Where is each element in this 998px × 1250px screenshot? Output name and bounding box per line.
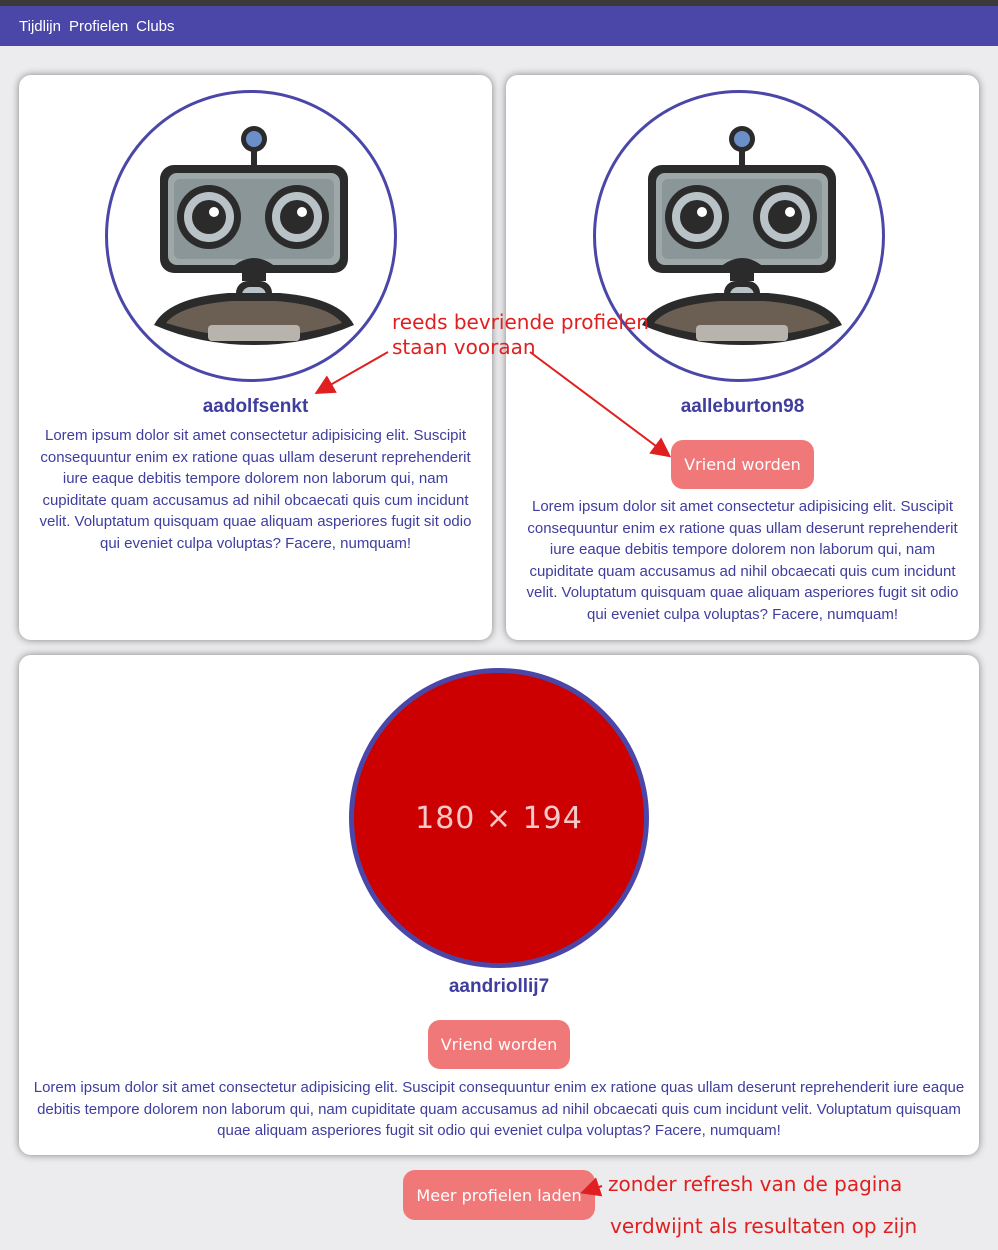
- profile-avatar: [593, 90, 885, 382]
- profile-bio: Lorem ipsum dolor sit amet consectetur a…: [33, 1079, 965, 1139]
- profile-avatar-placeholder: 180 × 194: [349, 668, 649, 968]
- profile-username[interactable]: aadolfsenkt: [19, 396, 492, 418]
- profile-username[interactable]: aandriollij7: [19, 976, 979, 998]
- profile-bio: Lorem ipsum dolor sit amet consectetur a…: [526, 498, 959, 623]
- robot-icon: [642, 126, 842, 345]
- nav-link-clubs[interactable]: Clubs: [136, 18, 174, 35]
- navbar: Tijdlijn Profielen Clubs: [0, 6, 998, 46]
- add-friend-button[interactable]: Vriend worden: [671, 440, 814, 489]
- nav-link-profielen[interactable]: Profielen: [69, 18, 128, 35]
- profile-username[interactable]: aalleburton98: [506, 396, 979, 418]
- annotation-text: verdwijnt als resultaten op zijn: [610, 1214, 918, 1238]
- load-more-button[interactable]: Meer profielen laden: [403, 1170, 595, 1220]
- placeholder-dimensions: 180 × 194: [415, 800, 583, 836]
- nav-link-tijdlijn[interactable]: Tijdlijn: [19, 18, 61, 35]
- add-friend-button[interactable]: Vriend worden: [428, 1020, 570, 1069]
- annotation-text: staan vooraan: [392, 335, 536, 359]
- annotation-text: reeds bevriende profielen: [392, 310, 649, 334]
- robot-icon: [154, 126, 354, 345]
- profile-bio: Lorem ipsum dolor sit amet consectetur a…: [39, 427, 472, 552]
- profile-avatar: [105, 90, 397, 382]
- annotation-text: zonder refresh van de pagina: [608, 1172, 903, 1196]
- profile-card: 180 × 194 aandriollij7 Vriend worden Lor…: [19, 655, 979, 1155]
- profile-card: aalleburton98 Vriend worden Lorem ipsum …: [506, 75, 979, 640]
